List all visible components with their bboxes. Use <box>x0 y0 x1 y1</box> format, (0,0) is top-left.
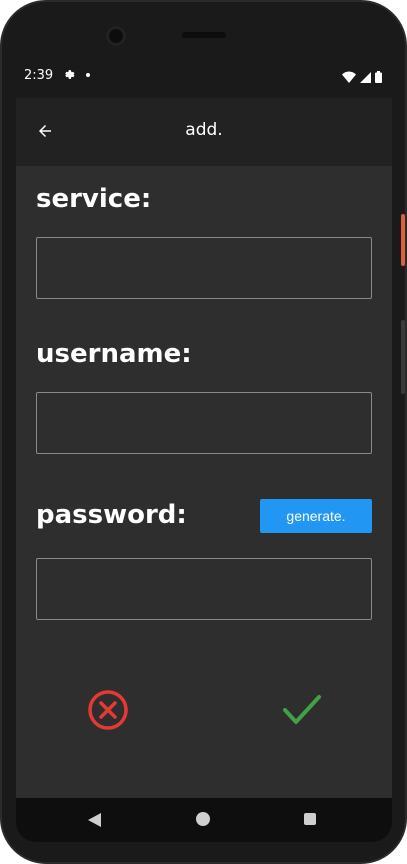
username-label: username: <box>36 339 192 369</box>
system-icons <box>342 68 382 87</box>
page-title: add. <box>185 120 223 140</box>
wifi-icon <box>342 68 356 87</box>
volume-button[interactable] <box>401 320 405 394</box>
settings-icon <box>62 68 75 85</box>
battery-icon <box>375 68 382 87</box>
service-label: service: <box>36 184 152 214</box>
earpiece-speaker <box>182 32 226 38</box>
power-button[interactable] <box>401 214 405 266</box>
password-label: password: <box>36 500 187 530</box>
checkmark-icon <box>282 693 322 731</box>
signal-icon <box>360 68 371 87</box>
cancel-circle-icon <box>87 689 129 735</box>
confirm-button[interactable] <box>280 690 324 734</box>
cancel-button[interactable] <box>86 690 130 734</box>
navigation-bar <box>16 798 392 842</box>
phone-frame: 2:39 add. service: username: password: g… <box>0 0 407 864</box>
notification-dot-icon <box>86 73 90 77</box>
nav-recents-icon[interactable] <box>304 813 316 825</box>
screen: 2:39 add. service: username: password: g… <box>16 54 392 840</box>
generate-button[interactable]: generate. <box>260 499 372 533</box>
service-input[interactable] <box>36 237 372 299</box>
password-input[interactable] <box>36 558 372 620</box>
username-input[interactable] <box>36 392 372 454</box>
status-time: 2:39 <box>24 68 54 83</box>
app-bar: add. <box>16 98 392 166</box>
nav-back-icon[interactable] <box>88 812 102 831</box>
nav-home-icon[interactable] <box>196 812 210 826</box>
status-bar: 2:39 <box>16 54 392 98</box>
front-camera <box>106 26 126 46</box>
